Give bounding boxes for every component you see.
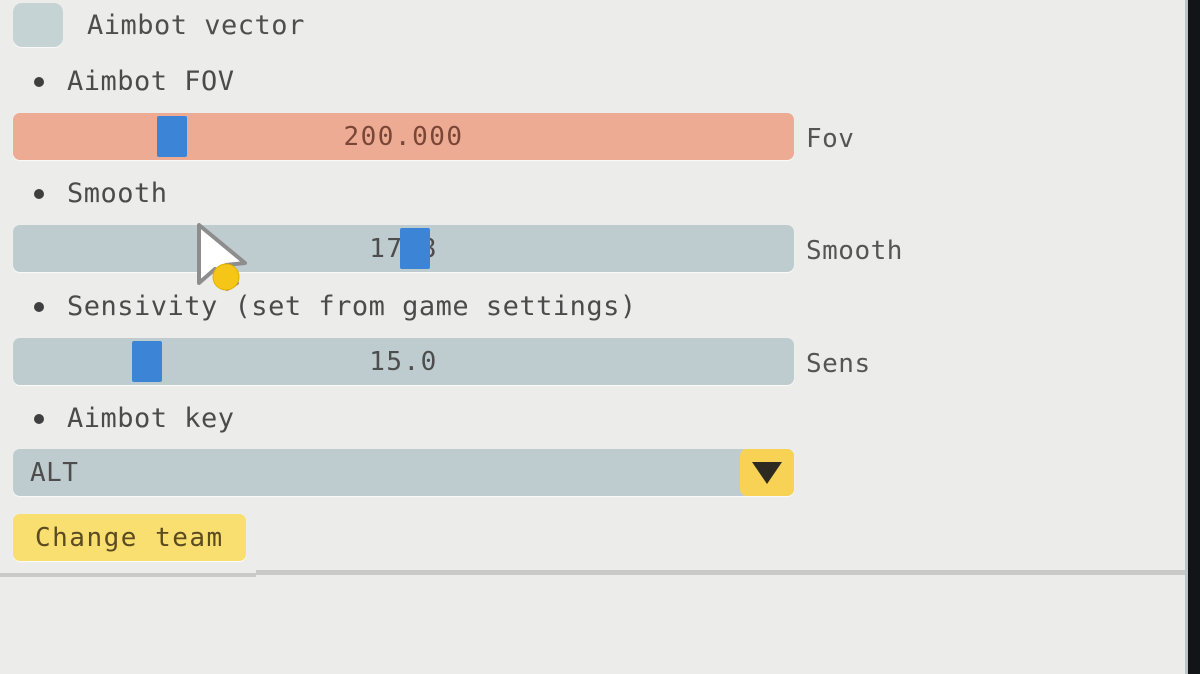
settings-panel-body: Aimbot vector Aimbot FOV 200.000 Fov Smo… (0, 0, 1188, 674)
aimbot-key-dropdown-toggle[interactable] (740, 449, 794, 496)
fov-slider-side-label: Fov (806, 124, 855, 154)
aimbot-key-label: Aimbot key (67, 403, 235, 434)
bullet-smooth: Smooth (34, 178, 168, 209)
sens-slider[interactable]: 15.0 (13, 338, 794, 385)
aimbot-settings-panel: Aimbot vector Aimbot FOV 200.000 Fov Smo… (0, 0, 1200, 674)
bottom-divider-right (256, 570, 1188, 575)
change-team-button[interactable]: Change team (13, 514, 246, 561)
sensivity-label: Sensivity (set from game settings) (67, 291, 637, 322)
bullet-aimbot-key: Aimbot key (34, 403, 235, 434)
adjacent-window-edge (1188, 0, 1200, 674)
sens-slider-side-label: Sens (806, 349, 871, 379)
bullet-dot-icon (34, 413, 44, 424)
chevron-down-icon (752, 461, 782, 484)
aimbot-fov-label: Aimbot FOV (67, 66, 235, 97)
bullet-dot-icon (34, 188, 44, 199)
fov-slider-handle[interactable] (157, 116, 187, 157)
bullet-aimbot-fov: Aimbot FOV (34, 66, 235, 97)
aimbot-key-dropdown[interactable]: ALT (13, 449, 794, 496)
sens-slider-value: 15.0 (369, 346, 438, 377)
fov-slider[interactable]: 200.000 (13, 113, 794, 160)
sens-slider-handle[interactable] (132, 341, 162, 382)
bullet-dot-icon (34, 76, 44, 87)
smooth-slider[interactable]: 17.8 (13, 225, 794, 272)
aimbot-vector-label: Aimbot vector (87, 9, 305, 41)
aimbot-vector-row[interactable]: Aimbot vector (13, 3, 305, 47)
aimbot-vector-checkbox[interactable] (13, 3, 63, 47)
fov-slider-value: 200.000 (343, 121, 464, 152)
smooth-slider-handle[interactable] (400, 228, 430, 269)
change-team-button-label: Change team (35, 522, 224, 553)
smooth-label: Smooth (67, 178, 168, 209)
smooth-slider-side-label: Smooth (806, 236, 903, 266)
bullet-dot-icon (34, 301, 44, 312)
aimbot-key-selected-value: ALT (30, 457, 79, 488)
bullet-sensivity: Sensivity (set from game settings) (34, 291, 637, 322)
bottom-divider-left (0, 573, 256, 577)
